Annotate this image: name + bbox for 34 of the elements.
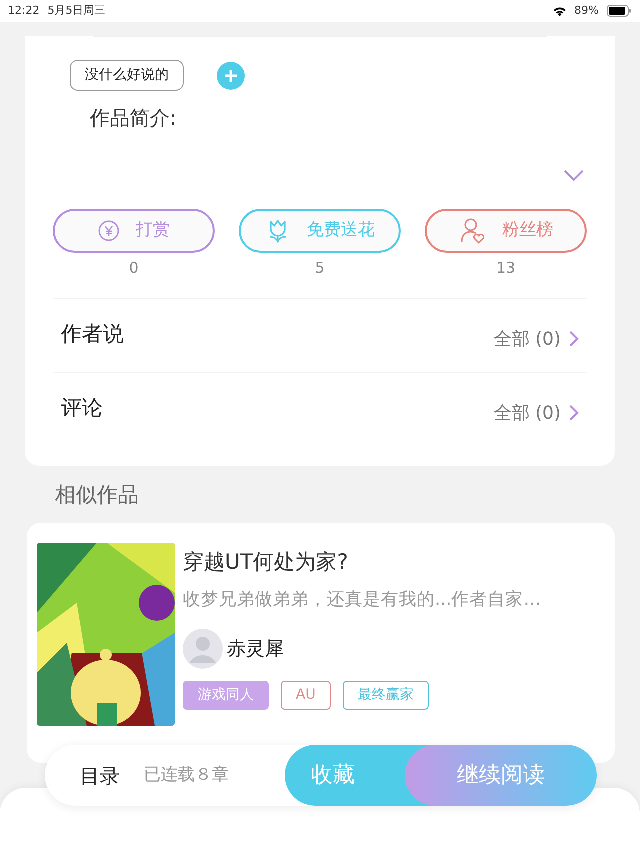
author-name[interactable]: 赤灵犀 [227, 634, 284, 663]
battery-percent: 89% [574, 2, 599, 19]
book-summary: 收梦兄弟做弟弟，还真是有我的...作者自家… [183, 588, 542, 612]
chevron-right-icon [569, 404, 579, 422]
add-icon[interactable] [216, 60, 246, 90]
send-flower-button[interactable]: 免费送花 [239, 209, 401, 253]
tag[interactable]: 游戏同人 [183, 680, 269, 710]
count-label: 13 [496, 258, 516, 279]
view-all-link[interactable]: 全部 (0) [494, 318, 579, 352]
view-all-link[interactable]: 全部 (0) [494, 392, 579, 426]
status-time: 12:22 [8, 2, 40, 19]
intro-label: 作品简介: [89, 105, 178, 132]
tag[interactable]: AU [281, 680, 331, 710]
status-date: 5月5日周三 [48, 2, 106, 19]
tag[interactable]: 最终赢家 [342, 680, 429, 710]
reward-button[interactable]: 打赏 [53, 209, 215, 253]
chevron-down-icon[interactable] [563, 169, 585, 183]
count-label: 5 [315, 258, 325, 279]
section-title: 作者说 [61, 321, 124, 348]
book-title[interactable]: 穿越UT何处为家? [183, 547, 542, 578]
wifi-icon [552, 6, 567, 16]
chevron-right-icon [569, 330, 579, 348]
table-of-contents-link[interactable]: 目录 [80, 760, 120, 790]
chapter-count: 已连载８章 [144, 764, 229, 787]
yen-coin-icon [98, 220, 120, 242]
section-heading: 相似作品 [54, 482, 140, 508]
person-heart-icon [458, 217, 486, 245]
section-title: 评论 [61, 395, 103, 422]
continue-reading-button[interactable]: 继续阅读 [405, 745, 597, 806]
avatar [183, 628, 223, 669]
count-label: 0 [129, 258, 139, 279]
battery-icon [607, 5, 632, 17]
fan-ranking-button[interactable]: 粉丝榜 [425, 209, 587, 253]
tag-chip[interactable]: 没什么好说的 [70, 60, 184, 91]
